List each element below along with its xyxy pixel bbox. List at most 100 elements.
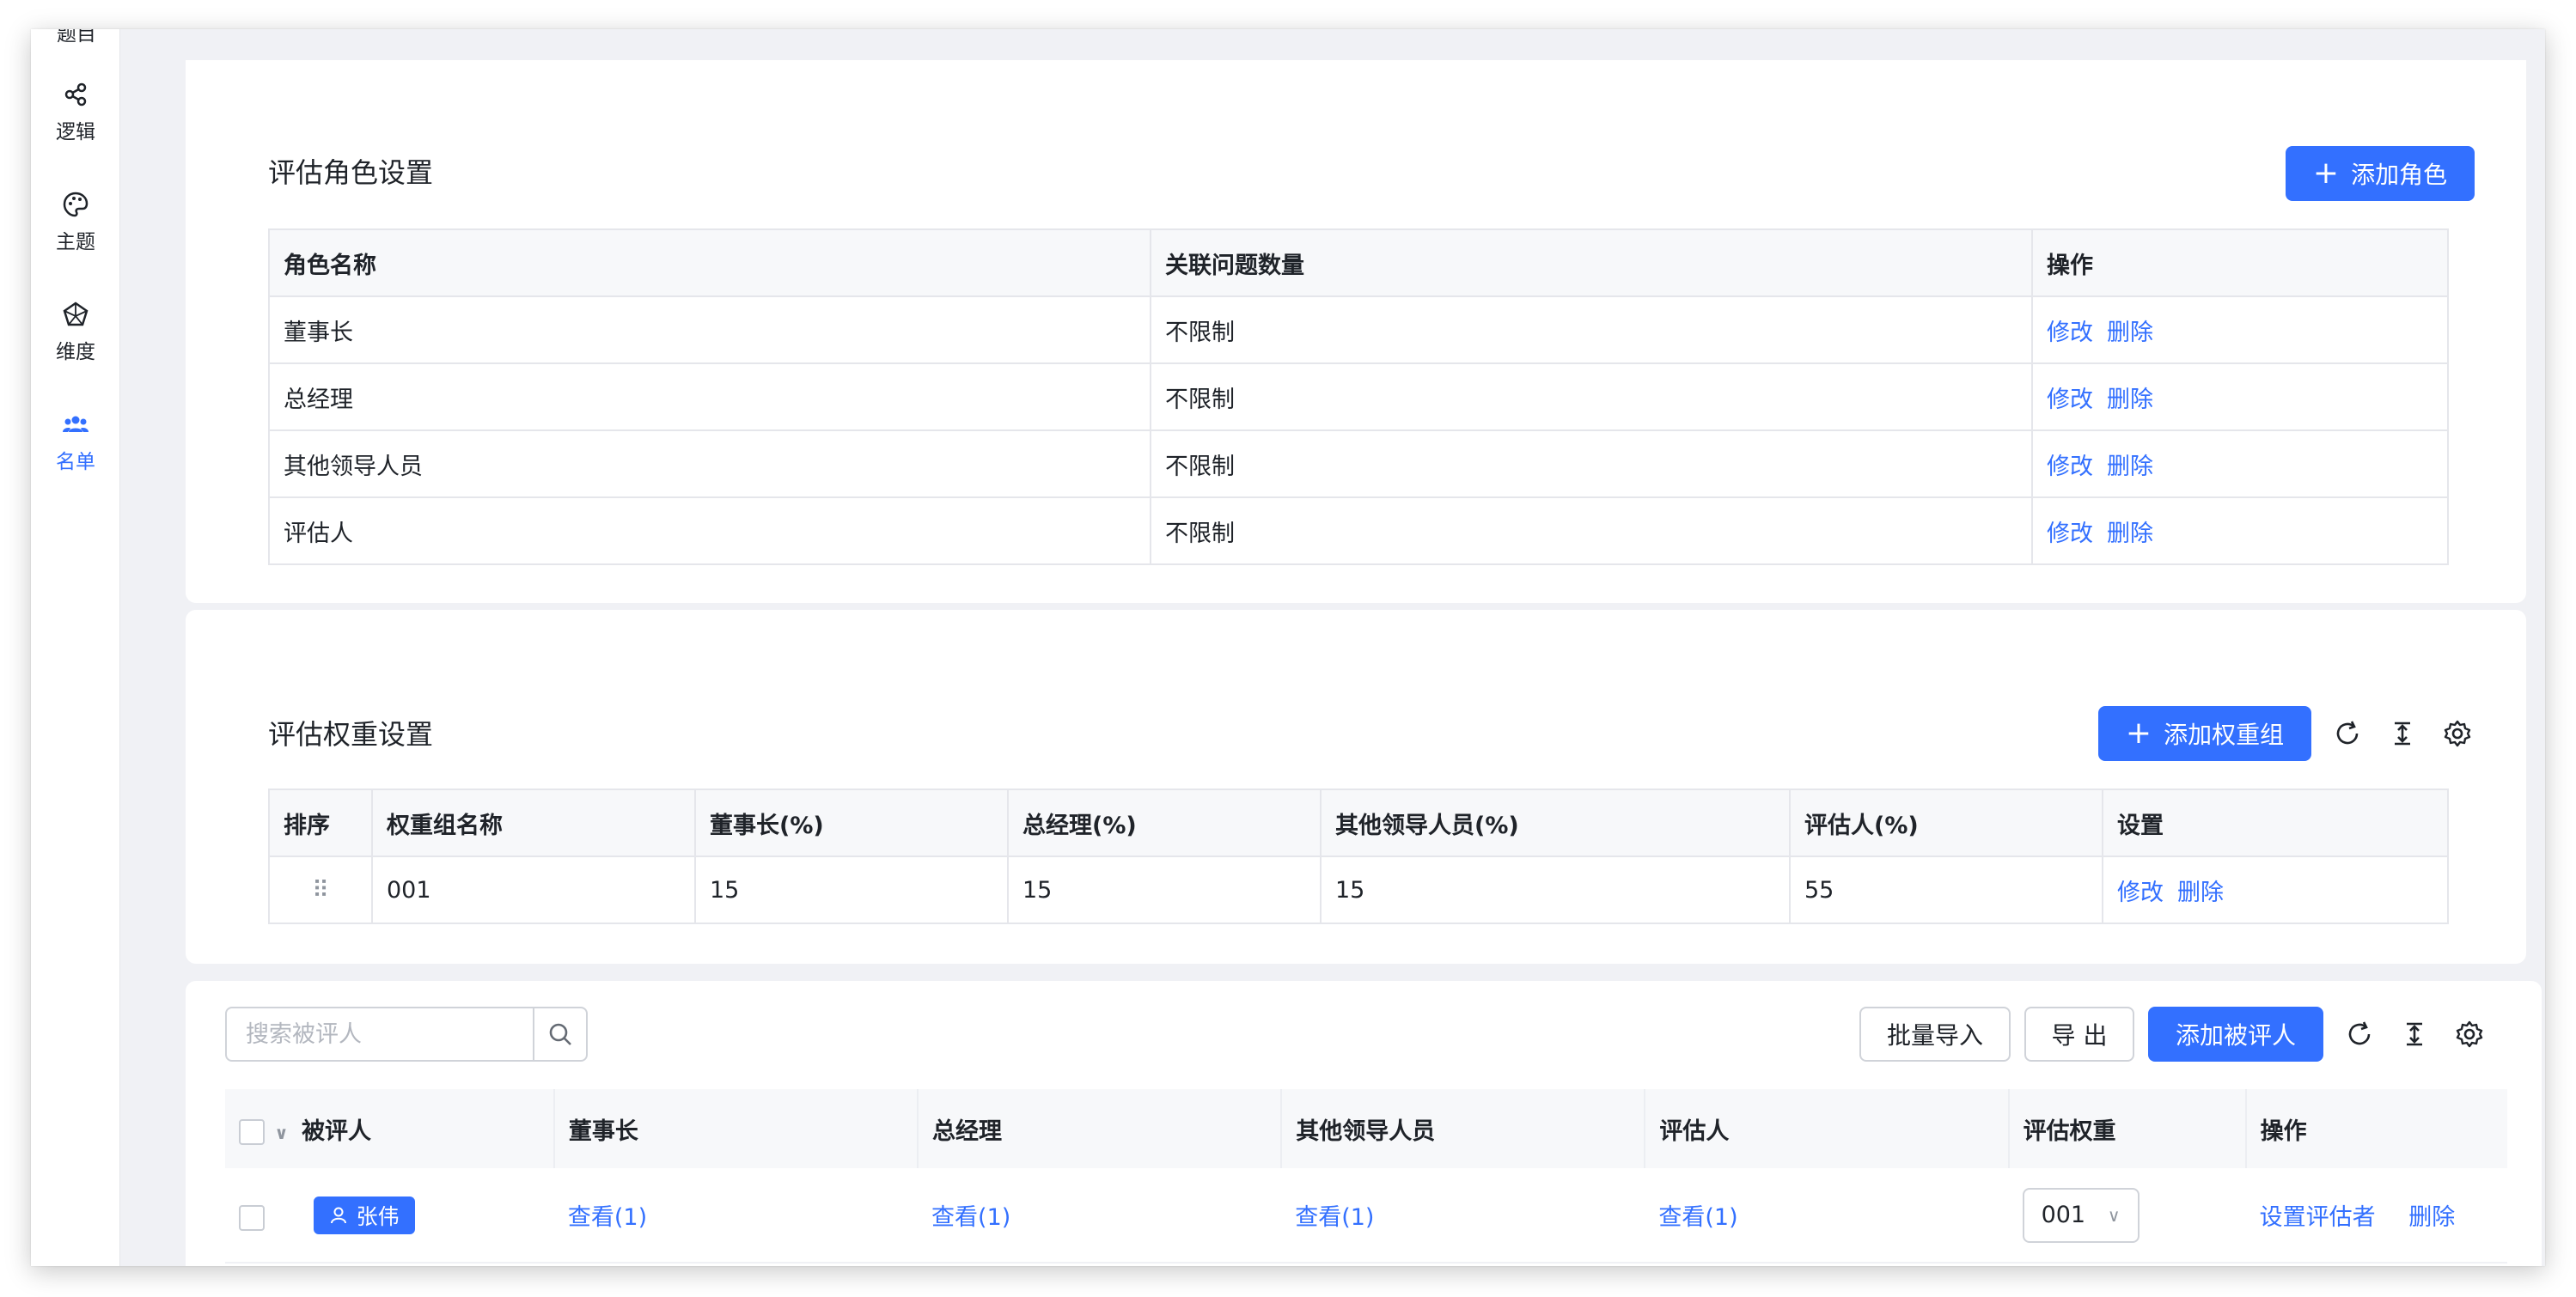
view-chairman-link[interactable]: 查看(1) <box>568 1204 647 1231</box>
delete-link[interactable]: 删除 <box>2107 454 2153 480</box>
col-evaluatee-label: 被评人 <box>302 1117 372 1145</box>
other-pct: 15 <box>1320 856 1791 924</box>
role-limit: 不限制 <box>1150 295 2033 364</box>
edit-link[interactable]: 修改 <box>2047 454 2093 480</box>
role-name: 评估人 <box>268 496 1151 565</box>
sidebar-item-theme[interactable]: 主题 <box>31 191 120 277</box>
col-gm-pct: 总经理(%) <box>1007 789 1322 857</box>
edit-link[interactable]: 修改 <box>2047 320 2093 346</box>
sidebar-item-label: 维度 <box>56 341 95 363</box>
roles-card: 评估角色设置 + 添加角色 角色名称 关联问题数量 操作 董事长 不限制 修改删… <box>186 60 2526 603</box>
evaluator-cell: 查看(1) <box>1645 1168 2009 1264</box>
evaluator-pct: 55 <box>1789 856 2103 924</box>
gm-cell: 查看(1) <box>918 1168 1282 1264</box>
col-group-name: 权重组名称 <box>371 789 696 857</box>
table-header-row: ∨ 被评人 董事长 总经理 其他领导人员 评估人 评估权重 操作 <box>225 1089 2507 1168</box>
table-row: 董事长 不限制 修改 删除 <box>268 295 2449 364</box>
role-limit: 不限制 <box>1150 496 2033 565</box>
view-evaluator-link[interactable]: 查看(1) <box>1658 1204 1737 1231</box>
settings-icon[interactable] <box>2452 1017 2487 1051</box>
weights-title: 评估权重设置 <box>268 718 434 751</box>
add-evaluatee-button[interactable]: 添加被评人 <box>2148 1007 2323 1062</box>
sidebar-item-label: 名单 <box>56 451 95 473</box>
col-actions: 操作 <box>2244 1089 2507 1168</box>
logic-icon <box>31 81 120 108</box>
density-icon[interactable] <box>2385 716 2420 751</box>
col-settings: 设置 <box>2102 789 2449 857</box>
table-row: 评估人 不限制 修改 删除 <box>268 496 2449 565</box>
drag-handle-icon[interactable]: ⠿ <box>268 856 373 924</box>
refresh-icon[interactable] <box>2330 716 2365 751</box>
table-header-row: 排序 权重组名称 董事长(%) 总经理(%) 其他领导人员(%) 评估人(%) … <box>268 789 2449 857</box>
add-role-label: 添加角色 <box>2351 161 2448 189</box>
evaluatee-tag[interactable]: 张伟 <box>313 1196 415 1234</box>
palette-icon <box>31 191 120 218</box>
delete-link[interactable]: 删除 <box>2107 387 2153 413</box>
plus-icon: + <box>2312 155 2340 191</box>
view-other-link[interactable]: 查看(1) <box>1295 1204 1374 1231</box>
add-weight-group-label: 添加权重组 <box>2164 721 2285 749</box>
app-window: 题目 逻辑 主题 维度 名单 评估角色设置 + 添加角色 角色名称 关联问题数量… <box>31 29 2545 1266</box>
weight-cell: 001 ∨ <box>2008 1168 2246 1264</box>
role-limit: 不限制 <box>1150 362 2033 431</box>
search-input[interactable] <box>227 1008 533 1060</box>
other-cell: 查看(1) <box>1281 1168 1645 1264</box>
user-icon <box>330 1207 346 1223</box>
add-role-button[interactable]: + 添加角色 <box>2286 146 2475 201</box>
sidebar-item-list[interactable]: 名单 <box>31 411 120 496</box>
col-role-name: 角色名称 <box>268 228 1151 297</box>
sidebar-item-label: 逻辑 <box>56 121 95 143</box>
chevron-down-icon[interactable]: ∨ <box>274 1123 288 1143</box>
role-actions: 修改 删除 <box>2031 295 2449 364</box>
row-checkbox[interactable] <box>239 1205 265 1231</box>
edit-link[interactable]: 修改 <box>2117 880 2164 906</box>
edit-link[interactable]: 修改 <box>2047 387 2093 413</box>
delete-link[interactable]: 删除 <box>2408 1204 2455 1231</box>
table-row: 张伟 查看(1) 查看(1) 查看(1) 查看(1) 001 ∨ 设置评估者 删… <box>225 1168 2507 1264</box>
sidebar-item-clipped-label[interactable]: 题目 <box>57 29 96 46</box>
col-chairman-pct: 董事长(%) <box>694 789 1009 857</box>
weight-select[interactable]: 001 ∨ <box>2022 1187 2140 1243</box>
sidebar-item-logic[interactable]: 逻辑 <box>31 81 120 167</box>
evaluatee-cell: 张伟 <box>225 1168 554 1264</box>
edit-link[interactable]: 修改 <box>2047 521 2093 547</box>
settings-icon[interactable] <box>2440 716 2475 751</box>
table-row: 总经理 不限制 修改 删除 <box>268 362 2449 431</box>
sidebar-item-label: 主题 <box>56 231 95 253</box>
gm-pct: 15 <box>1007 856 1322 924</box>
table-row: 其他领导人员 不限制 修改 删除 <box>268 429 2449 498</box>
top-gap <box>120 29 2545 60</box>
refresh-icon[interactable] <box>2342 1017 2377 1051</box>
col-evaluatee: ∨ 被评人 <box>225 1089 554 1168</box>
role-actions: 修改 删除 <box>2031 496 2449 565</box>
batch-import-button[interactable]: 批量导入 <box>1859 1007 2011 1062</box>
col-question-count: 关联问题数量 <box>1150 228 2033 297</box>
set-evaluator-link[interactable]: 设置评估者 <box>2260 1204 2376 1231</box>
delete-link[interactable]: 删除 <box>2107 521 2153 547</box>
col-gm: 总经理 <box>917 1089 1282 1168</box>
evaluatees-card: 批量导入 导 出 添加被评人 ∨ 被评人 董事长 总经理 <box>186 981 2542 1266</box>
density-icon[interactable] <box>2397 1017 2432 1051</box>
role-name: 其他领导人员 <box>268 429 1151 498</box>
plus-icon: + <box>2125 715 2152 751</box>
roles-table: 角色名称 关联问题数量 操作 董事长 不限制 修改 删除 总经理 不限制 修改 删除… <box>268 228 2449 565</box>
actions-cell: 设置评估者 删除 <box>2245 1168 2507 1264</box>
sidebar-item-dimension[interactable]: 维度 <box>31 301 120 387</box>
delete-link[interactable]: 删除 <box>2177 880 2224 906</box>
col-order: 排序 <box>268 789 373 857</box>
role-limit: 不限制 <box>1150 429 2033 498</box>
view-gm-link[interactable]: 查看(1) <box>931 1204 1010 1231</box>
add-weight-group-button[interactable]: + 添加权重组 <box>2098 706 2311 761</box>
role-name: 总经理 <box>268 362 1151 431</box>
evaluatees-table: ∨ 被评人 董事长 总经理 其他领导人员 评估人 评估权重 操作 张伟 查看(1… <box>225 1089 2507 1264</box>
export-button[interactable]: 导 出 <box>2024 1007 2134 1062</box>
delete-link[interactable]: 删除 <box>2107 320 2153 346</box>
search-icon <box>549 1023 571 1045</box>
chevron-down-icon: ∨ <box>2107 1204 2121 1226</box>
roles-title: 评估角色设置 <box>268 156 434 189</box>
select-all-checkbox[interactable] <box>239 1119 265 1145</box>
weight-select-value: 001 <box>2041 1202 2086 1228</box>
col-chairman: 董事长 <box>552 1089 919 1168</box>
search-button[interactable] <box>533 1008 586 1060</box>
evaluatee-name: 张伟 <box>356 1203 400 1229</box>
